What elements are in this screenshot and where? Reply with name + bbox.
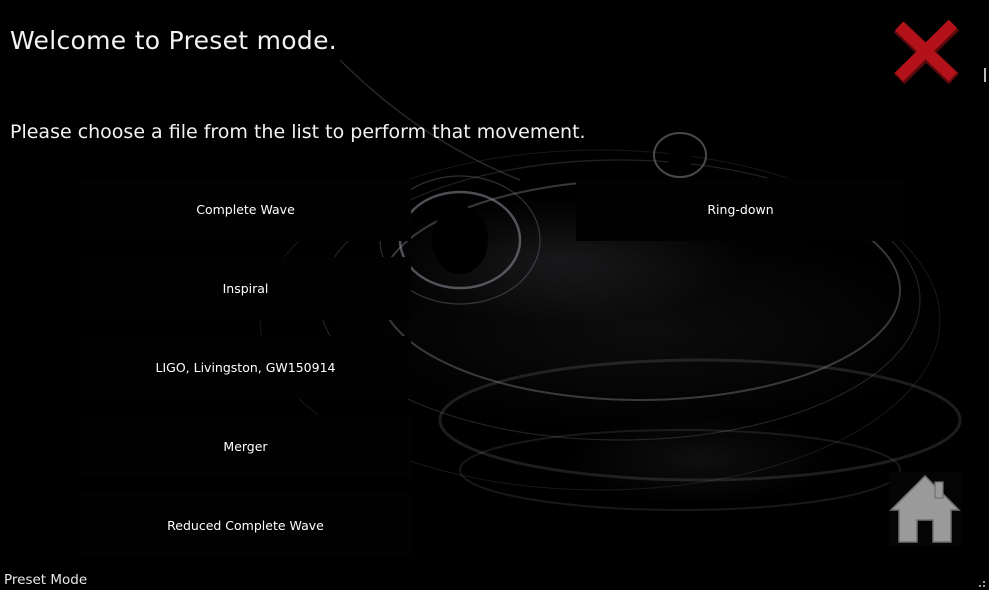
file-button-label: Reduced Complete Wave — [167, 518, 324, 533]
file-button-reduced-complete-wave[interactable]: Reduced Complete Wave — [80, 494, 411, 557]
resize-grip-icon[interactable] — [978, 580, 986, 588]
page-title: Welcome to Preset mode. — [10, 26, 337, 55]
file-button-label: Ring-down — [707, 202, 774, 217]
file-button-ligo-livingston[interactable]: LIGO, Livingston, GW150914 — [80, 336, 411, 399]
window-edge-marker — [984, 68, 986, 82]
home-button[interactable] — [889, 472, 961, 546]
close-button[interactable] — [890, 17, 962, 87]
file-button-merger[interactable]: Merger — [80, 415, 411, 478]
file-button-ring-down[interactable]: Ring-down — [576, 178, 905, 241]
instruction-text: Please choose a file from the list to pe… — [10, 121, 586, 143]
file-button-inspiral[interactable]: Inspiral — [80, 257, 411, 320]
close-icon — [893, 19, 960, 85]
home-icon — [889, 474, 961, 543]
file-button-label: Inspiral — [222, 281, 269, 296]
file-button-label: Complete Wave — [196, 202, 295, 217]
file-button-label: LIGO, Livingston, GW150914 — [155, 360, 336, 375]
file-button-complete-wave[interactable]: Complete Wave — [80, 178, 411, 241]
preset-mode-window: Welcome to Preset mode. Please choose a … — [0, 0, 989, 590]
mode-status-label: Preset Mode — [4, 572, 88, 588]
file-button-label: Merger — [223, 439, 268, 454]
